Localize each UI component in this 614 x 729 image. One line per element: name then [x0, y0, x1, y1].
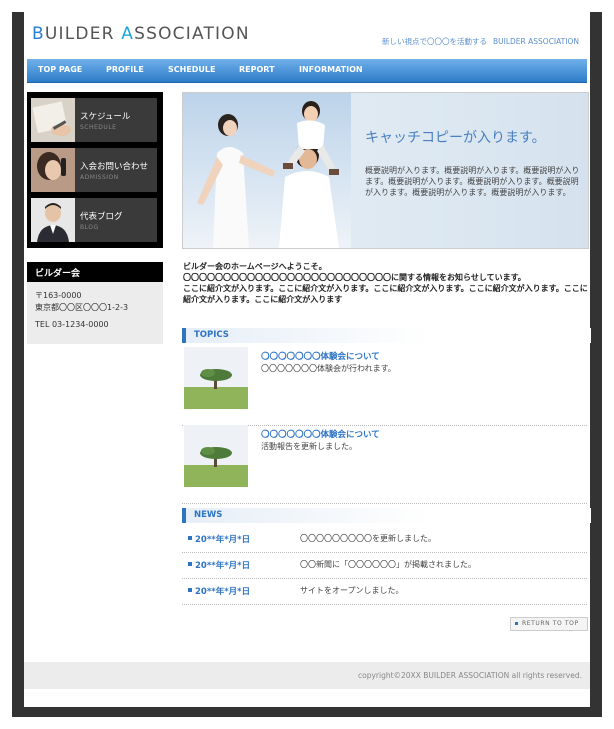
- copyright-text: copyright©20XX BUILDER ASSOCIATION all r…: [357, 671, 582, 680]
- intro-line-welcome: ビルダー会のホームページへようこそ。: [183, 262, 327, 271]
- hero-banner: キャッチコピーが入ります。 概要説明が入ります。概要説明が入ります。概要説明が入…: [182, 92, 589, 249]
- admission-photo: [31, 148, 75, 192]
- news-row[interactable]: 20**年*月*日 〇〇新聞に「〇〇〇〇〇〇」が掲載されました。: [182, 553, 587, 579]
- intro-text: ビルダー会のホームページへようこそ。 〇〇〇〇〇〇〇〇〇〇〇〇〇〇〇〇〇〇〇〇〇…: [183, 261, 589, 305]
- sidebar-item-admission-label: 入会お問い合わせ: [80, 162, 149, 172]
- telephone: TEL 03-1234-0000: [35, 320, 109, 329]
- footer: copyright©20XX BUILDER ASSOCIATION all r…: [24, 662, 590, 689]
- intro-line-info: 〇〇〇〇〇〇〇〇〇〇〇〇〇〇〇〇〇〇〇〇〇〇〇〇〇〇に関する情報をお知らせしてい…: [183, 273, 526, 282]
- sidebar-item-schedule[interactable]: スケジュール SCHEDULE: [31, 98, 157, 142]
- sidebar-item-admission-sub: ADMISSION: [80, 174, 119, 181]
- schedule-photo: [31, 98, 75, 142]
- sidebar-item-schedule-label: スケジュール: [80, 112, 131, 122]
- blog-photo: [31, 198, 75, 242]
- sidebar-menu: スケジュール SCHEDULE 入会お問い合わせ ADMISSION 代表ブログ…: [27, 92, 163, 248]
- topic-thumbnail: [184, 347, 248, 409]
- news-row[interactable]: 20**年*月*日 〇〇〇〇〇〇〇〇〇を更新しました。: [182, 527, 587, 553]
- news-date: 20**年*月*日: [195, 587, 251, 597]
- sidebar-info-title-text: ビルダー会: [35, 269, 81, 279]
- logo-initial-b: B: [32, 24, 45, 44]
- news-text: サイトをオープンしました。: [300, 586, 404, 595]
- logo-text-association: SSOCIATION: [134, 24, 250, 44]
- tagline-org: BUILDER ASSOCIATION: [493, 37, 579, 46]
- sidebar-item-schedule-sub: SCHEDULE: [80, 124, 117, 131]
- topic-item[interactable]: 〇〇〇〇〇〇〇体験会について 〇〇〇〇〇〇〇体験会が行われます。: [182, 347, 587, 426]
- topic-title-prefix: 〇〇〇〇〇〇〇: [261, 430, 321, 440]
- bullet-square-icon: [188, 536, 192, 540]
- hero-family-photo: [183, 93, 351, 248]
- address: 東京都〇〇区〇〇〇1-2-3: [35, 303, 129, 312]
- intro-line-description: ここに紹介文が入ります。ここに紹介文が入ります。ここに紹介文が入ります。ここに紹…: [183, 284, 588, 304]
- hero-description: 概要説明が入ります。概要説明が入ります。概要説明が入ります。概要説明が入ります。…: [365, 166, 580, 197]
- sidebar-info: 〒163-0000 東京都〇〇区〇〇〇1-2-3 TEL 03-1234-000…: [27, 282, 163, 344]
- news-heading-text: NEWS: [194, 510, 223, 520]
- topic-title-prefix: 〇〇〇〇〇〇〇: [261, 352, 321, 362]
- news-date: 20**年*月*日: [195, 535, 251, 545]
- return-to-top-button[interactable]: RETURN TO TOP: [510, 617, 588, 631]
- sidebar-info-title: ビルダー会: [27, 262, 163, 282]
- nav-item-profile[interactable]: PROFILE: [106, 65, 144, 74]
- sidebar-item-blog[interactable]: 代表ブログ BLOG: [31, 198, 157, 242]
- nav-item-report[interactable]: REPORT: [239, 65, 275, 74]
- topics-heading-text: TOPICS: [194, 330, 229, 340]
- news-row[interactable]: 20**年*月*日 サイトをオープンしました。: [182, 579, 587, 605]
- postal-code: 〒163-0000: [35, 291, 82, 300]
- return-to-top-label: RETURN TO TOP: [522, 620, 579, 627]
- sidebar-item-blog-label: 代表ブログ: [80, 212, 123, 222]
- nav-item-schedule[interactable]: SCHEDULE: [168, 65, 216, 74]
- news-text: 〇〇〇〇〇〇〇〇〇を更新しました。: [300, 534, 436, 543]
- global-nav: TOP PAGE PROFILE SCHEDULE REPORT INFORMA…: [27, 59, 587, 83]
- site-logo[interactable]: BUILDER ASSOCIATION: [32, 24, 250, 44]
- topic-title-text: 体験会について: [320, 430, 380, 440]
- topic-description: 活動報告を更新しました。: [261, 442, 357, 451]
- topic-description: 〇〇〇〇〇〇〇体験会が行われます。: [261, 364, 396, 373]
- news-date: 20**年*月*日: [195, 561, 251, 571]
- topic-title[interactable]: 〇〇〇〇〇〇〇体験会について: [261, 350, 380, 362]
- header-tagline: 新しい視点で〇〇〇を活動する BUILDER ASSOCIATION: [382, 36, 579, 47]
- sidebar-item-admission[interactable]: 入会お問い合わせ ADMISSION: [31, 148, 157, 192]
- bullet-square-icon: [188, 588, 192, 592]
- topic-title[interactable]: 〇〇〇〇〇〇〇体験会について: [261, 428, 380, 440]
- tagline-text: 新しい視点で〇〇〇を活動する: [382, 37, 487, 46]
- bullet-square-icon: [188, 562, 192, 566]
- news-heading: NEWS: [182, 508, 591, 523]
- bullet-square-icon: [515, 622, 518, 625]
- topics-heading: TOPICS: [182, 328, 591, 343]
- logo-initial-a: A: [121, 24, 135, 44]
- sidebar-item-blog-sub: BLOG: [80, 224, 99, 231]
- logo-text-builder: UILDER: [44, 24, 122, 44]
- nav-item-information[interactable]: INFORMATION: [299, 65, 363, 74]
- topic-item[interactable]: 〇〇〇〇〇〇〇体験会について 活動報告を更新しました。: [182, 425, 587, 504]
- hero-catchcopy: キャッチコピーが入ります。: [365, 130, 546, 146]
- nav-item-top-page[interactable]: TOP PAGE: [38, 65, 82, 74]
- topic-title-text: 体験会について: [320, 352, 380, 362]
- topic-thumbnail: [184, 425, 248, 487]
- news-text: 〇〇新聞に「〇〇〇〇〇〇」が掲載されました。: [300, 560, 476, 569]
